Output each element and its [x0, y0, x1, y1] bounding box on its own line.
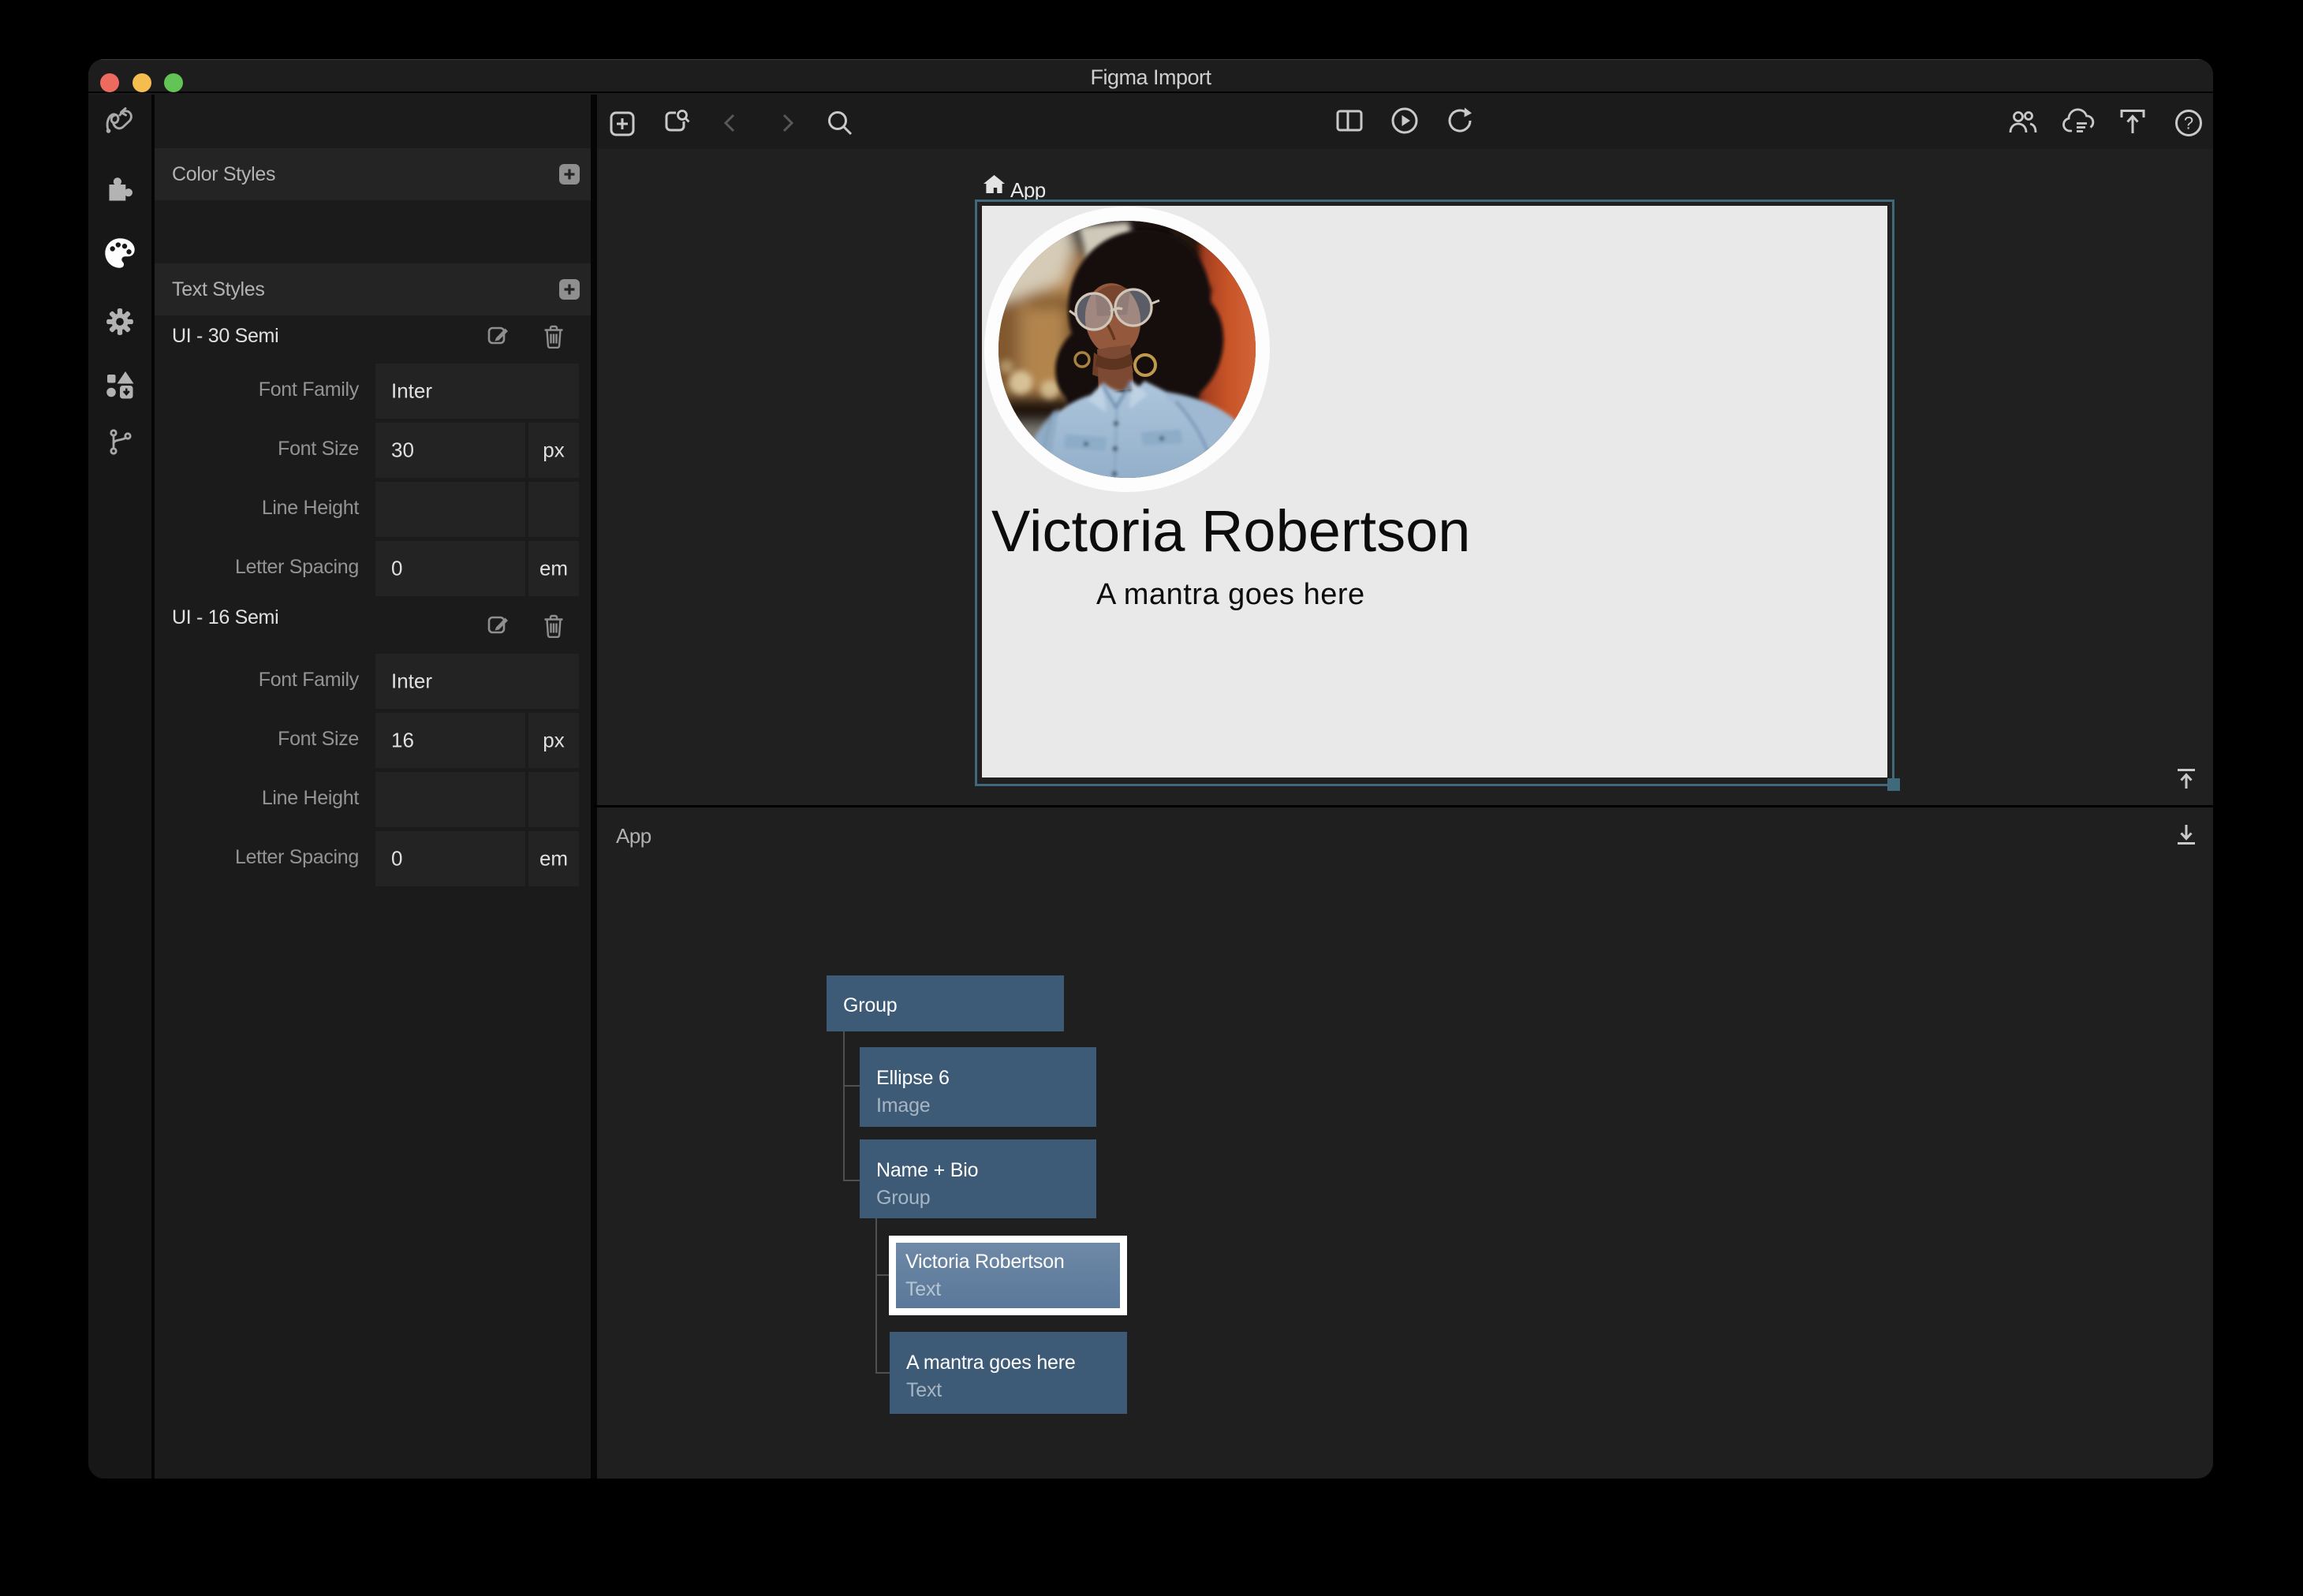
svg-text:?: ?: [2184, 114, 2193, 133]
